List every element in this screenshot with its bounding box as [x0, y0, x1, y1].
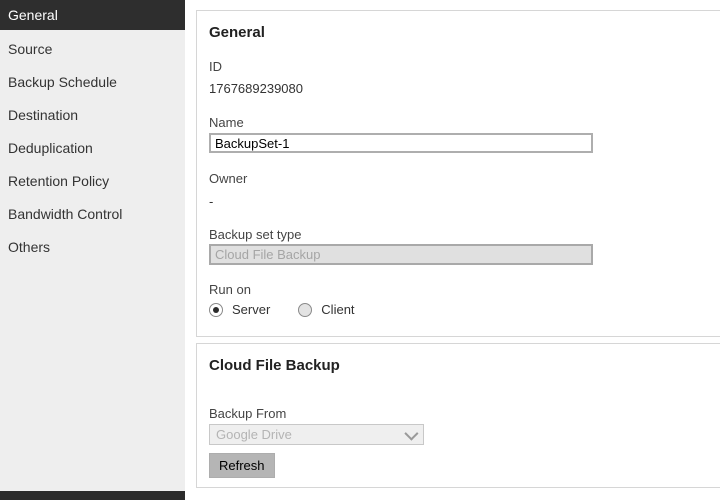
- sidebar-item-general[interactable]: General: [0, 0, 185, 30]
- run-on-client-radio[interactable]: [298, 302, 313, 317]
- chevron-down-icon: [404, 426, 419, 441]
- owner-label: Owner: [209, 171, 248, 186]
- id-value: 1767689239080: [209, 81, 303, 96]
- general-panel: General ID 1767689239080 Name Owner - Ba…: [196, 10, 720, 337]
- backup-from-selected-value: Google Drive: [216, 427, 292, 442]
- run-on-radio-group: Server Client: [209, 302, 355, 317]
- sidebar: General Source Backup Schedule Destination D…: [0, 0, 185, 500]
- name-input[interactable]: [209, 133, 593, 153]
- sidebar-item-bandwidth-control[interactable]: Bandwidth Control: [0, 198, 185, 231]
- backup-set-type-field: [209, 244, 593, 265]
- cloud-file-backup-panel: Cloud File Backup Backup From Google Dri…: [196, 343, 720, 488]
- refresh-button[interactable]: Refresh: [209, 453, 275, 478]
- run-on-label: Run on: [209, 282, 251, 297]
- backup-from-select: Google Drive: [209, 424, 424, 445]
- run-on-server-radio[interactable]: [209, 302, 223, 317]
- sidebar-item-deduplication[interactable]: Deduplication: [0, 132, 185, 165]
- sidebar-item-destination[interactable]: Destination: [0, 99, 185, 132]
- run-on-client-label: Client: [321, 302, 355, 317]
- cloud-panel-title: Cloud File Backup: [209, 357, 340, 374]
- sidebar-item-others[interactable]: Others: [0, 231, 185, 264]
- owner-value: -: [209, 194, 214, 209]
- id-label: ID: [209, 59, 222, 74]
- sidebar-item-retention-policy[interactable]: Retention Policy: [0, 165, 185, 198]
- run-on-server-label: Server: [232, 302, 271, 317]
- backup-set-type-label: Backup set type: [209, 227, 302, 242]
- backup-from-label: Backup From: [209, 406, 287, 421]
- sidebar-menu: General Source Backup Schedule Destination D…: [0, 0, 185, 264]
- sidebar-item-backup-schedule[interactable]: Backup Schedule: [0, 66, 185, 99]
- sidebar-item-source[interactable]: Source: [0, 33, 185, 66]
- name-label: Name: [209, 115, 244, 130]
- general-panel-title: General: [209, 24, 265, 41]
- sidebar-bottom-bar: [0, 491, 185, 500]
